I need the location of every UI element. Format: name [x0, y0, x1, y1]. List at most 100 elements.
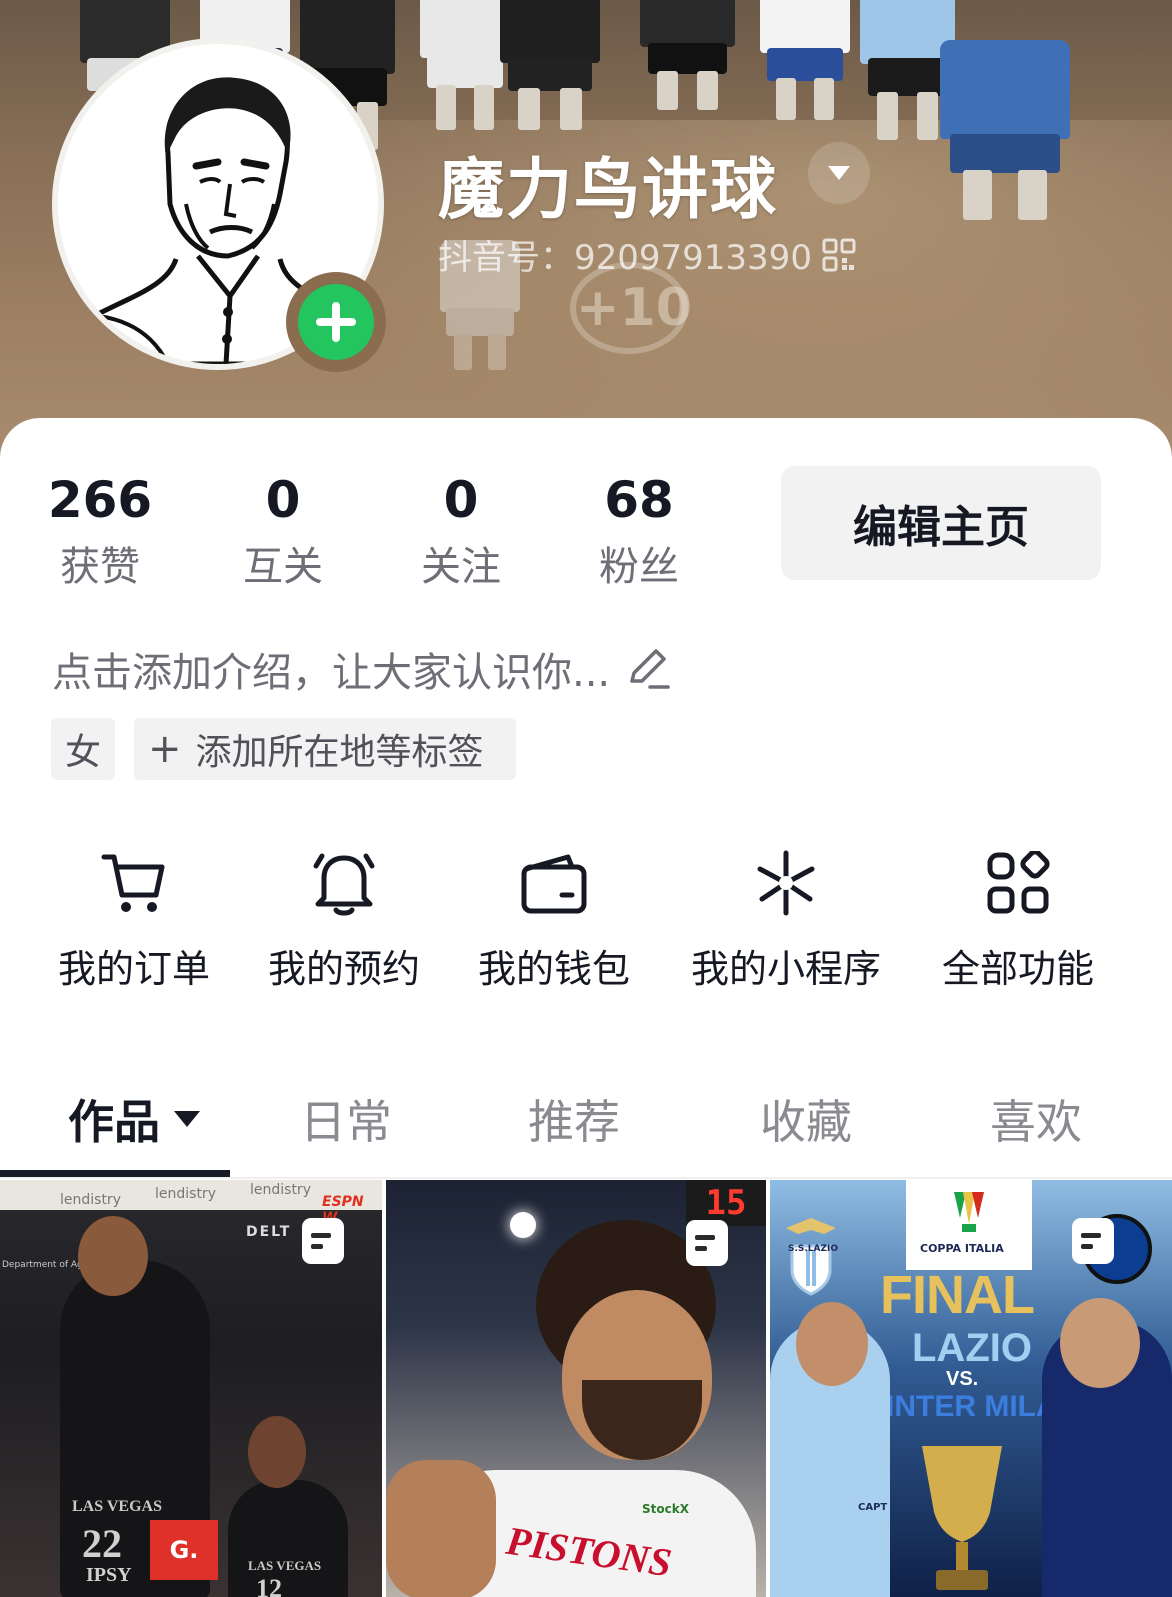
shortcut-label: 全部功能 — [941, 947, 1094, 991]
tab-divider — [0, 1177, 1172, 1179]
tag-gender[interactable]: 女 — [51, 718, 115, 780]
jersey-sponsor: IPSY — [86, 1564, 132, 1586]
add-avatar-button[interactable] — [286, 272, 386, 372]
post-thumbnail[interactable]: 15 PISTONS StockX — [386, 1180, 766, 1597]
stat-value: 68 — [604, 471, 674, 529]
shortcut-reservations[interactable]: 我的预约 — [250, 848, 438, 993]
corner-badge-text: G. — [169, 1536, 199, 1564]
tag-label: 女 — [64, 732, 101, 773]
bio-placeholder: 点击添加介绍，让大家认识你... — [52, 650, 611, 696]
shortcut-wallet[interactable]: 我的钱包 — [460, 848, 648, 993]
edit-profile-button[interactable]: 编辑主页 — [781, 466, 1101, 580]
player-left-head — [796, 1302, 868, 1386]
player-head — [78, 1216, 148, 1296]
player-head — [248, 1416, 306, 1488]
coppa-logo — [946, 1188, 992, 1236]
tag-label: 添加所在地等标签 — [195, 732, 484, 773]
banner-player — [940, 40, 1070, 220]
lazio-crest — [786, 1216, 836, 1296]
vs-label: VS. — [946, 1368, 979, 1390]
tab-daily[interactable]: 日常 — [300, 1084, 392, 1154]
profile-banner[interactable]: +10 魔力鸟讲球 抖音号：92097913390 — [0, 0, 1172, 470]
tab-label: 喜欢 — [990, 1095, 1082, 1149]
tab-recommended[interactable]: 推荐 — [528, 1084, 620, 1154]
wallet-icon — [521, 854, 587, 914]
article-type-icon — [686, 1220, 728, 1266]
mini-program-icon — [757, 850, 815, 916]
tab-likes[interactable]: 喜欢 — [990, 1084, 1082, 1154]
coppa-italia-icon — [954, 1192, 984, 1232]
stat-mutual[interactable]: 0 互关 — [213, 470, 353, 592]
stat-label: 粉丝 — [599, 544, 679, 590]
trophy-icon — [922, 1446, 1002, 1590]
tab-label: 作品 — [68, 1095, 160, 1149]
banner-player — [500, 0, 600, 130]
shortcut-all-features[interactable]: 全部功能 — [924, 848, 1112, 993]
sponsor-text: lendistry — [60, 1192, 121, 1208]
trophy — [916, 1442, 1008, 1597]
post-thumbnail[interactable]: lendistry lendistry lendistry ESPN W DEL… — [0, 1180, 382, 1597]
team-a: LAZIO — [912, 1326, 1032, 1370]
jersey-number: 12 — [256, 1574, 282, 1597]
shortcut-label: 我的预约 — [267, 947, 420, 991]
stat-following[interactable]: 0 关注 — [391, 470, 531, 592]
tab-works[interactable]: 作品 — [68, 1084, 202, 1154]
arena-sign: DELT — [246, 1224, 292, 1240]
sponsor-text: lendistry — [250, 1182, 311, 1198]
eagle-crest-icon — [786, 1218, 836, 1296]
article-type-icon — [1072, 1218, 1114, 1264]
shortcut-mini-programs[interactable]: 我的小程序 — [676, 848, 896, 993]
qr-code-icon[interactable] — [822, 238, 856, 272]
stat-label: 互关 — [243, 544, 323, 590]
jersey-team: LAS VEGAS — [248, 1558, 322, 1573]
caret-down-icon — [828, 166, 850, 180]
sponsor-text: CAPT — [858, 1502, 888, 1513]
sponsor-text: lendistry — [155, 1186, 216, 1202]
stat-label: 关注 — [421, 544, 501, 590]
tab-label: 推荐 — [528, 1095, 620, 1149]
stat-value: 0 — [265, 471, 301, 529]
post-thumbnail[interactable]: COPPA ITALIA S.S.LAZIO FINAL LAZIO VS. I… — [770, 1180, 1172, 1597]
add-tag-button[interactable]: + 添加所在地等标签 — [134, 718, 516, 780]
article-type-icon — [302, 1218, 344, 1264]
shortcut-label: 我的订单 — [57, 947, 210, 991]
banner-player — [420, 0, 510, 130]
tab-favorites[interactable]: 收藏 — [760, 1084, 852, 1154]
player-arm — [386, 1460, 496, 1597]
plus-icon — [316, 302, 356, 342]
stat-value: 266 — [47, 471, 153, 529]
pencil-icon — [630, 649, 670, 689]
player-figure — [228, 1480, 348, 1597]
username: 魔力鸟讲球 — [438, 151, 778, 228]
shortcut-label: 我的钱包 — [477, 947, 630, 991]
stat-likes[interactable]: 266 获赞 — [30, 470, 170, 592]
scoreboard-value: 15 — [705, 1183, 747, 1223]
active-tab-indicator — [0, 1170, 230, 1177]
shortcut-orders[interactable]: 我的订单 — [40, 848, 228, 993]
sponsor-text: StockX — [642, 1502, 689, 1516]
tab-label: 收藏 — [760, 1095, 852, 1149]
bio-row[interactable]: 点击添加介绍，让大家认识你... — [52, 640, 672, 698]
club-name: S.S.LAZIO — [788, 1244, 839, 1254]
banner-player — [640, 0, 735, 110]
jersey-number: 22 — [82, 1521, 122, 1566]
douyin-id-row[interactable]: 抖音号：92097913390 — [438, 230, 856, 279]
tab-label: 日常 — [300, 1095, 392, 1149]
plus-icon: + — [148, 726, 182, 772]
corner-badge: G. — [150, 1520, 218, 1580]
stat-followers[interactable]: 68 粉丝 — [569, 470, 709, 592]
banner-player — [760, 0, 850, 120]
shortcut-label: 我的小程序 — [690, 947, 881, 991]
account-switch-button[interactable] — [808, 142, 870, 204]
douyin-id: 抖音号：92097913390 — [438, 238, 812, 278]
stat-label: 获赞 — [60, 544, 140, 590]
jersey-team: LAS VEGAS — [72, 1498, 162, 1515]
competition-label: COPPA ITALIA — [920, 1242, 1004, 1255]
cart-icon — [101, 854, 165, 912]
stat-value: 0 — [443, 471, 479, 529]
final-headline: FINAL — [880, 1265, 1035, 1325]
caret-down-icon — [174, 1111, 200, 1127]
player-right-head — [1060, 1298, 1140, 1388]
grid-icon — [987, 851, 1050, 914]
arena-light — [510, 1212, 536, 1238]
